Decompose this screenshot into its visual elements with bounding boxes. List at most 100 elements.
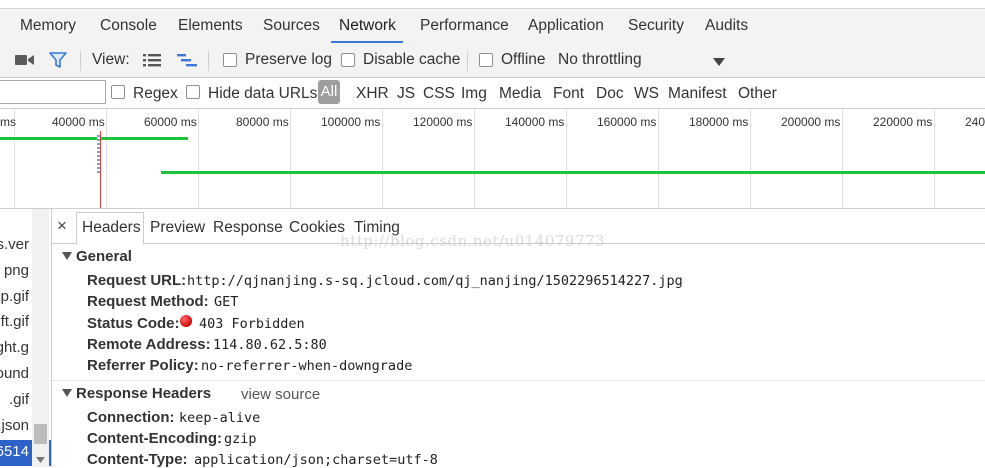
- header-name: Request URL:: [87, 272, 187, 289]
- view-label: View:: [92, 51, 130, 68]
- video-camera-icon[interactable]: [15, 53, 35, 71]
- type-filter-font[interactable]: Font: [553, 85, 584, 103]
- timeline-tick-label: 120000 ms: [413, 115, 473, 129]
- header-value: no-referrer-when-downgrade: [201, 358, 413, 374]
- type-filter-js[interactable]: JS: [397, 85, 415, 103]
- load-event-marker: [100, 131, 101, 208]
- header-value: http://qjnanjing.s-sq.jcloud.com/qj_nanj…: [187, 273, 683, 289]
- header-value: 403 Forbidden: [199, 316, 305, 332]
- header-value: 114.80.62.5:80: [213, 337, 327, 353]
- large-rows-view-icon[interactable]: [143, 53, 161, 72]
- tab-memory[interactable]: Memory: [20, 17, 76, 35]
- hide-data-urls-checkbox[interactable]: [186, 85, 200, 99]
- header-value: application/json;charset=utf-8: [194, 452, 438, 468]
- tab-preview[interactable]: Preview: [150, 219, 205, 237]
- preserve-log-label[interactable]: Preserve log: [245, 51, 332, 69]
- filter-bar: Regex Hide data URLs All XHR JS CSS Img …: [0, 78, 985, 109]
- tab-elements[interactable]: Elements: [178, 17, 243, 35]
- toolbar-separator: [80, 51, 81, 71]
- type-filter-img[interactable]: Img: [461, 85, 487, 103]
- header-name: Status Code:: [87, 315, 180, 332]
- watermark-text: http://blog.csdn.net/u014079773: [340, 232, 606, 250]
- regex-label[interactable]: Regex: [133, 85, 178, 103]
- type-filter-all[interactable]: All: [318, 80, 340, 104]
- timeline-tick-label: 80000 ms: [236, 115, 289, 129]
- scroll-down-arrow-icon[interactable]: [36, 450, 45, 467]
- type-filter-xhr[interactable]: XHR: [356, 85, 389, 103]
- tab-console[interactable]: Console: [100, 17, 157, 35]
- chevron-down-icon[interactable]: [713, 54, 725, 71]
- timeline-overview[interactable]: ms 40000 ms 60000 ms 80000 ms 100000 ms …: [0, 109, 985, 209]
- grid-line: [198, 109, 199, 208]
- grid-line: [842, 109, 843, 208]
- toolbar-separator: [467, 51, 468, 71]
- offline-label[interactable]: Offline: [501, 51, 546, 69]
- header-name: Content-Encoding:: [87, 430, 222, 447]
- tab-audits[interactable]: Audits: [705, 17, 748, 35]
- type-filter-media[interactable]: Media: [499, 85, 541, 103]
- regex-checkbox[interactable]: [111, 85, 125, 99]
- type-filter-doc[interactable]: Doc: [596, 85, 624, 103]
- grid-line: [290, 109, 291, 208]
- disable-cache-checkbox[interactable]: [341, 53, 355, 67]
- throttling-select[interactable]: No throttling: [558, 51, 642, 69]
- header-name: Remote Address:: [87, 336, 211, 353]
- type-filter-css[interactable]: CSS: [423, 85, 455, 103]
- type-filter-manifest[interactable]: Manifest: [668, 85, 727, 103]
- general-section-title[interactable]: General: [76, 248, 132, 265]
- offline-checkbox[interactable]: [479, 53, 493, 67]
- tab-response[interactable]: Response: [213, 219, 283, 237]
- preserve-log-checkbox[interactable]: [223, 53, 237, 67]
- request-detail-panel: × Headers Preview Response Cookies Timin…: [52, 209, 985, 468]
- type-filter-other[interactable]: Other: [738, 85, 777, 103]
- filter-funnel-icon[interactable]: [49, 52, 67, 73]
- hide-data-urls-label[interactable]: Hide data URLs: [208, 85, 317, 103]
- tab-security[interactable]: Security: [628, 17, 684, 35]
- grid-line: [934, 109, 935, 208]
- download-bar: [161, 171, 985, 174]
- grid-line: [750, 109, 751, 208]
- timeline-tick-label: ms: [0, 115, 16, 129]
- grid-line: [474, 109, 475, 208]
- close-icon[interactable]: ×: [57, 216, 67, 236]
- triangle-expanded-icon[interactable]: [62, 389, 72, 397]
- disable-cache-label[interactable]: Disable cache: [363, 51, 460, 69]
- active-tab-indicator: [331, 41, 403, 43]
- toolbar-separator: [208, 51, 209, 71]
- tab-cookies[interactable]: Cookies: [289, 219, 345, 237]
- timeline-tick-label: 100000 ms: [321, 115, 381, 129]
- header-name: Referrer Policy:: [87, 357, 199, 374]
- status-error-dot-icon: [180, 315, 192, 327]
- timeline-tick-label: 220000 ms: [873, 115, 933, 129]
- timeline-tick-label: 200000 ms: [781, 115, 841, 129]
- tab-network[interactable]: Network: [339, 17, 396, 35]
- triangle-expanded-icon[interactable]: [62, 252, 72, 260]
- network-toolbar: View: Preserve log Disable cache Offline…: [0, 44, 985, 78]
- grid-line: [658, 109, 659, 208]
- header-value: gzip: [224, 431, 257, 447]
- response-headers-section-title[interactable]: Response Headers: [76, 385, 211, 402]
- type-filter-ws[interactable]: WS: [634, 85, 659, 103]
- grid-line: [106, 109, 107, 208]
- header-name: Content-Type:: [87, 451, 188, 468]
- timeline-tick-label: 140000 ms: [505, 115, 565, 129]
- tab-performance[interactable]: Performance: [420, 17, 509, 35]
- request-list: s.ver png pp.gif ft.gif ght.g ound .gif …: [0, 209, 52, 467]
- view-source-link[interactable]: view source: [241, 386, 320, 403]
- tab-headers[interactable]: Headers: [82, 219, 141, 237]
- grid-line: [382, 109, 383, 208]
- window-top-strip: [0, 0, 985, 8]
- grid-line: [566, 109, 567, 208]
- timeline-tick-label: 240: [965, 115, 985, 129]
- header-name: Connection:: [87, 409, 175, 426]
- tab-sources[interactable]: Sources: [263, 17, 320, 35]
- header-value: keep-alive: [179, 410, 261, 426]
- timeline-tick-label: 60000 ms: [144, 115, 197, 129]
- waterfall-overview-icon[interactable]: [177, 53, 197, 72]
- scrollbar-thumb[interactable]: [34, 424, 47, 444]
- timeline-tick-label: 160000 ms: [597, 115, 657, 129]
- section-divider: [52, 380, 985, 381]
- tab-application[interactable]: Application: [528, 17, 604, 35]
- filter-input[interactable]: [0, 80, 106, 104]
- timeline-tick-label: 40000 ms: [52, 115, 105, 129]
